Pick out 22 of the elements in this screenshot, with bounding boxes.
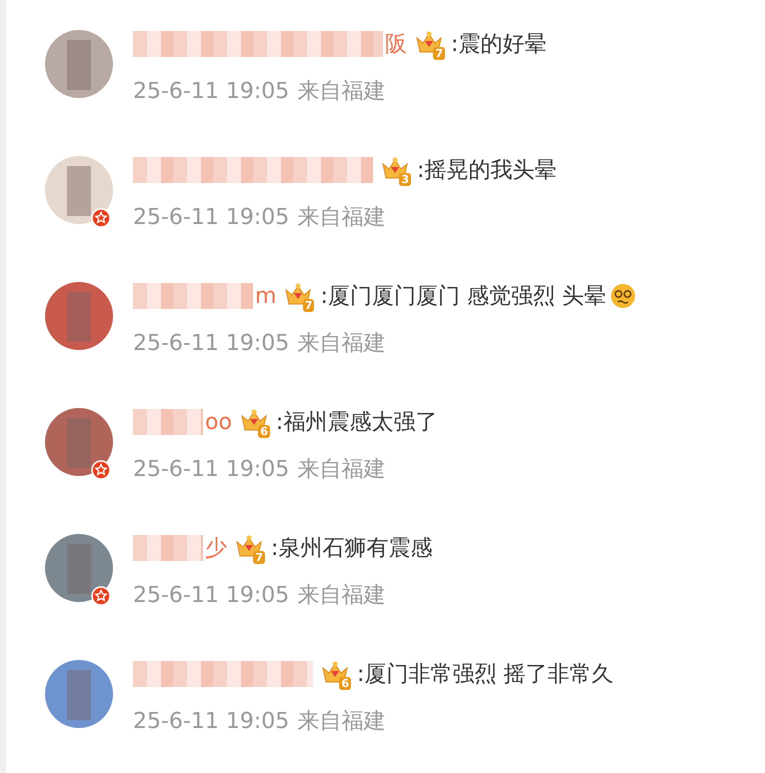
comment-location: 来自福建 xyxy=(297,330,386,358)
username[interactable]: oo xyxy=(205,410,232,434)
comment-text: :厦门厦门厦门 感觉强烈 头晕 xyxy=(320,283,606,311)
comment-text: :泉州石狮有震感 xyxy=(271,535,432,563)
comment-time: 25-6-11 19:05 xyxy=(133,583,290,608)
comment-time: 25-6-11 19:05 xyxy=(133,709,290,734)
username[interactable]: 阪 xyxy=(385,29,407,59)
comment-time: 25-6-11 19:05 xyxy=(133,205,290,230)
username[interactable]: m xyxy=(255,284,276,308)
comment-location: 来自福建 xyxy=(297,582,386,610)
comment-text: :震的好晕 xyxy=(451,31,546,59)
comment-time: 25-6-11 19:05 xyxy=(133,331,290,356)
comment-location: 来自福建 xyxy=(297,456,386,484)
comment-time: 25-6-11 19:05 xyxy=(133,457,290,482)
username[interactable]: 少 xyxy=(205,533,227,563)
comment-text: :福州震感太强了 xyxy=(276,409,438,437)
comment-text: :厦门非常强烈 摇了非常久 xyxy=(357,661,614,689)
comment-text: :摇晃的我头晕 xyxy=(417,157,556,185)
comment-location: 来自福建 xyxy=(297,708,386,736)
comment-location: 来自福建 xyxy=(297,78,386,106)
comment-location: 来自福建 xyxy=(297,204,386,232)
comment-time: 25-6-11 19:05 xyxy=(133,79,290,104)
